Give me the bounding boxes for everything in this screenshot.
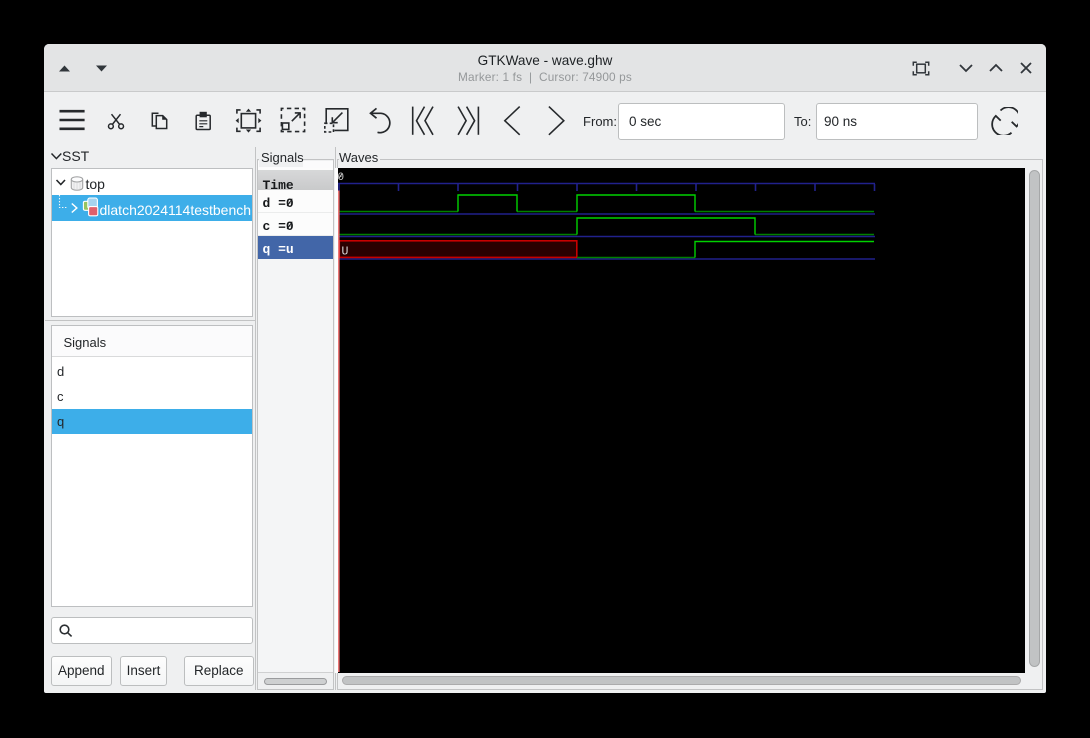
svg-text:U: U <box>342 245 349 258</box>
